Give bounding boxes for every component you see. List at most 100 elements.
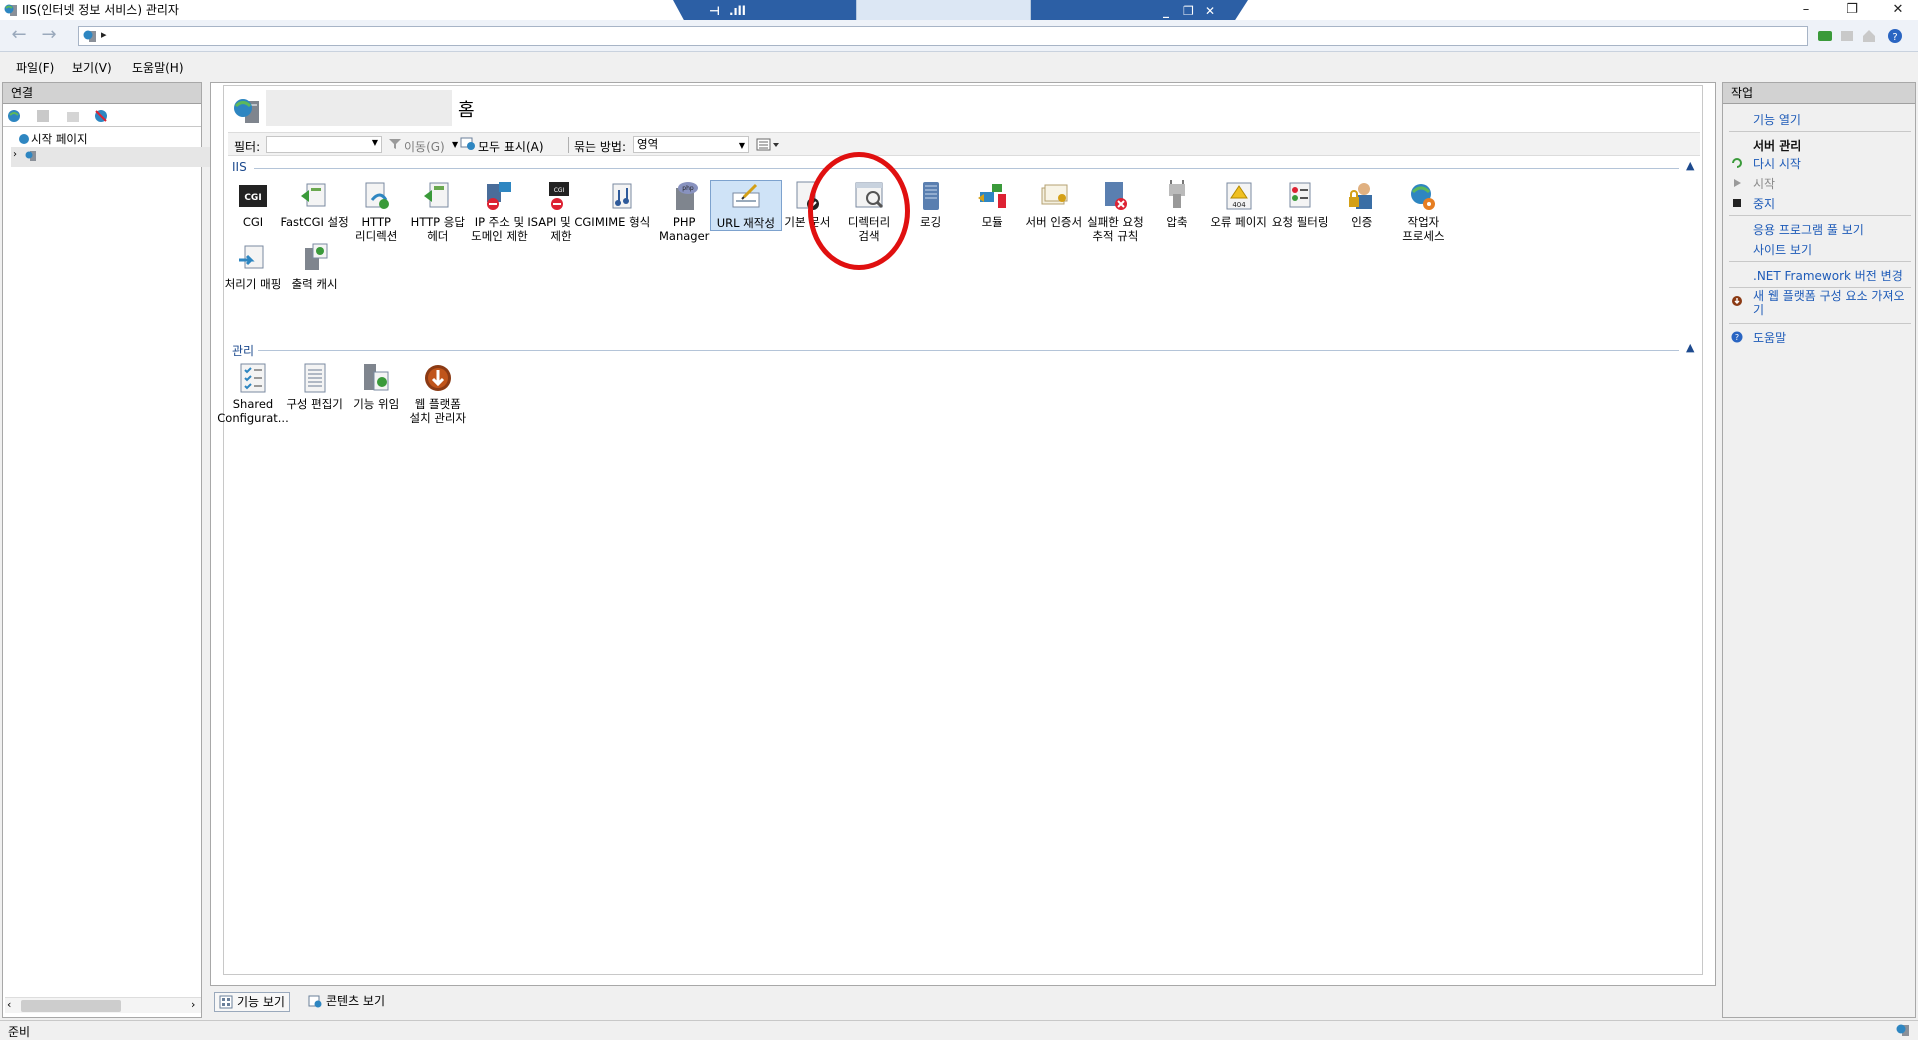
rdp-close-button[interactable]: ✕ [1205, 4, 1215, 18]
home-icon[interactable] [1860, 27, 1878, 45]
action-view-app-pools[interactable]: 응용 프로그램 풀 보기 [1753, 221, 1864, 238]
feature-tile-output-caching[interactable]: 출력 캐시 [279, 242, 351, 291]
action-separator [1729, 261, 1911, 262]
modules-icon [976, 180, 1008, 212]
php-manager-icon: php [668, 180, 700, 212]
feature-label: 웹 플랫폼 설치 관리자 [409, 397, 467, 425]
action-view-sites[interactable]: 사이트 보기 [1753, 241, 1812, 258]
http-response-headers-icon [422, 180, 454, 212]
restart-icon [1732, 158, 1742, 168]
failed-request-tracing-icon [1099, 180, 1131, 212]
filter-input[interactable]: ▼ [266, 136, 382, 153]
svg-text:?: ? [1735, 333, 1739, 342]
svg-text:404: 404 [1232, 201, 1246, 209]
globe-icon [83, 30, 96, 42]
rdp-minimize-button[interactable]: _ [1163, 4, 1169, 18]
action-start[interactable]: 시작 [1753, 175, 1775, 192]
filter-label: 필터: [234, 140, 261, 154]
expand-icon[interactable]: › [13, 149, 17, 160]
save-icon[interactable] [35, 108, 51, 124]
view-mode-icon[interactable] [756, 137, 780, 153]
go-button[interactable]: 이동(G) [404, 138, 445, 155]
start-icon [1734, 179, 1741, 187]
features-view-frame: 홈 필터: ▼ 이동(G) ▼ 모두 표시(A) 묶는 방법: 영역 ▼ IIS… [210, 82, 1716, 986]
menu-file[interactable]: 파일(F) [16, 59, 54, 76]
authentication-icon [1346, 180, 1378, 212]
tree-item-start-page[interactable]: 시작 페이지 [31, 131, 88, 147]
show-all-button[interactable]: 모두 표시(A) [478, 138, 544, 155]
svg-text:CGI: CGI [244, 193, 261, 203]
menu-view[interactable]: 보기(V) [72, 59, 112, 76]
connections-header: 연결 [3, 83, 201, 104]
shared-configuration-icon [237, 362, 269, 394]
window-title: IIS(인터넷 정보 서비스) 관리자 [22, 3, 179, 17]
svg-text:CGI: CGI [554, 187, 565, 194]
tab-content-view[interactable]: 콘텐츠 보기 [304, 992, 389, 1012]
action-get-new-components[interactable]: 새 웹 플랫폼 구성 요소 가져오기 [1753, 289, 1909, 317]
section-divider [254, 168, 1679, 169]
group-by-select[interactable]: 영역 ▼ [633, 136, 749, 153]
help-icon[interactable]: ? [1886, 27, 1904, 45]
feature-label: 작업자 프로세스 [1402, 215, 1445, 243]
fastcgi-icon [299, 180, 331, 212]
address-bar: ← → ▸ ? [0, 20, 1918, 52]
filter-bar: 필터: ▼ 이동(G) ▼ 모두 표시(A) 묶는 방법: 영역 ▼ [228, 132, 1700, 156]
isapi-cgi-icon: CGI [545, 180, 577, 212]
url-rewrite-icon [730, 181, 762, 213]
scroll-right-icon[interactable]: › [191, 998, 195, 1011]
server-name-redacted [266, 90, 452, 126]
collapse-iis-icon[interactable]: ▲ [1686, 159, 1694, 172]
section-iis-label: IIS [232, 160, 247, 174]
breadcrumb-arrow-icon[interactable]: ▸ [101, 28, 107, 41]
stop-icon[interactable] [1838, 27, 1856, 45]
breadcrumb[interactable]: ▸ [78, 26, 1808, 46]
tree-item-server[interactable]: › [11, 147, 219, 167]
chevron-down-icon[interactable]: ▼ [372, 138, 378, 147]
action-open-feature[interactable]: 기능 열기 [1753, 111, 1801, 128]
action-restart[interactable]: 다시 시작 [1753, 155, 1801, 172]
show-all-icon [460, 137, 475, 150]
action-separator [1729, 215, 1911, 216]
menu-help[interactable]: 도움말(H) [132, 59, 184, 76]
action-change-net-version[interactable]: .NET Framework 버전 변경 [1753, 267, 1903, 284]
minimize-button[interactable]: – [1792, 2, 1820, 18]
scroll-left-icon[interactable]: ‹ [7, 998, 11, 1011]
action-separator [1729, 131, 1911, 132]
view-tabs: 기능 보기 콘텐츠 보기 [212, 990, 1112, 1014]
connections-panel: 연결 시작 페이지 › ‹ › [2, 82, 219, 1018]
close-button[interactable]: ✕ [1884, 2, 1912, 18]
connections-scrollbar[interactable]: ‹ › [5, 997, 201, 1013]
connect-icon[interactable] [7, 108, 23, 124]
refresh-icon[interactable] [1816, 27, 1834, 45]
group-by-label: 묶는 방법: [574, 140, 627, 154]
forward-button[interactable]: → [36, 26, 62, 46]
chevron-down-icon[interactable]: ▼ [739, 138, 745, 153]
group-by-value: 영역 [637, 137, 659, 151]
back-button[interactable]: ← [6, 26, 32, 46]
scrollbar-thumb[interactable] [21, 1000, 121, 1012]
disconnect-icon[interactable] [93, 108, 109, 124]
highlight-circle [808, 152, 910, 270]
go-dropdown-icon[interactable]: ▼ [452, 140, 458, 149]
server-status-icon [1896, 1024, 1909, 1036]
feature-label: 출력 캐시 [291, 277, 338, 291]
menu-bar: 파일(F) 보기(V) 도움말(H) [0, 56, 1918, 78]
start-page-icon [19, 134, 29, 144]
pin-icon[interactable]: ⊣ [709, 4, 720, 18]
action-stop[interactable]: 중지 [1753, 195, 1775, 212]
http-redirect-icon [360, 180, 392, 212]
collapse-management-icon[interactable]: ▲ [1686, 341, 1694, 354]
action-group-server-manage: 서버 관리 [1753, 139, 1802, 153]
feature-tile-web-platform-installer[interactable]: 웹 플랫폼 설치 관리자 [402, 362, 474, 425]
output-caching-icon [299, 242, 331, 274]
restore-button[interactable]: ❐ [1838, 2, 1866, 18]
feature-tile-worker-processes[interactable]: 작업자 프로세스 [1387, 180, 1459, 243]
features-view: 홈 필터: ▼ 이동(G) ▼ 모두 표시(A) 묶는 방법: 영역 ▼ IIS… [217, 85, 1703, 975]
help-icon: ? [1731, 331, 1743, 343]
action-help[interactable]: 도움말 [1753, 329, 1786, 346]
up-icon[interactable] [65, 108, 81, 124]
page-title: 홈 [458, 100, 475, 121]
rdp-restore-button[interactable]: ❐ [1183, 4, 1194, 18]
tab-features-view[interactable]: 기능 보기 [214, 992, 290, 1012]
feature-delegation-icon [360, 362, 392, 394]
